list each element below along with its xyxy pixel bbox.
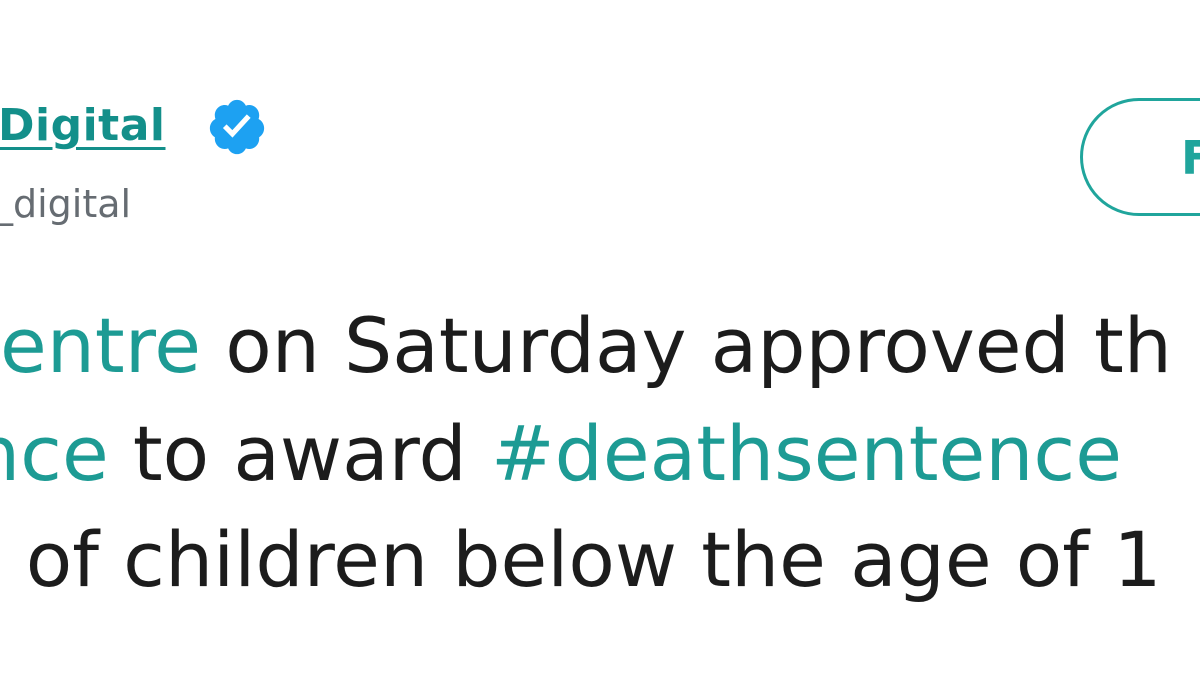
hashtag-link[interactable]: nce [0,409,109,498]
follow-button-label: F [1181,131,1200,185]
author-handle: _digital [0,182,132,226]
tweet-text-line-2: nce to award #deathsentence [0,416,1122,492]
tweet-text: of children below the age of 1 [1,515,1162,604]
follow-button[interactable]: F [1080,98,1200,216]
verified-badge-icon [209,99,265,155]
hashtag-deathsentence-link[interactable]: #deathsentence [491,409,1122,498]
tweet-text: on Saturday approved th [201,301,1172,390]
tweet-text: to award [108,409,491,498]
tweet-text-line-3: s of children below the age of 1 [0,522,1162,598]
tweet-card: Digital _digital F entre on Saturday app… [0,0,1200,675]
author-display-name[interactable]: Digital [0,100,166,151]
hashtag-link[interactable]: entre [0,301,201,390]
tweet-text-line-1: entre on Saturday approved th [0,308,1172,384]
